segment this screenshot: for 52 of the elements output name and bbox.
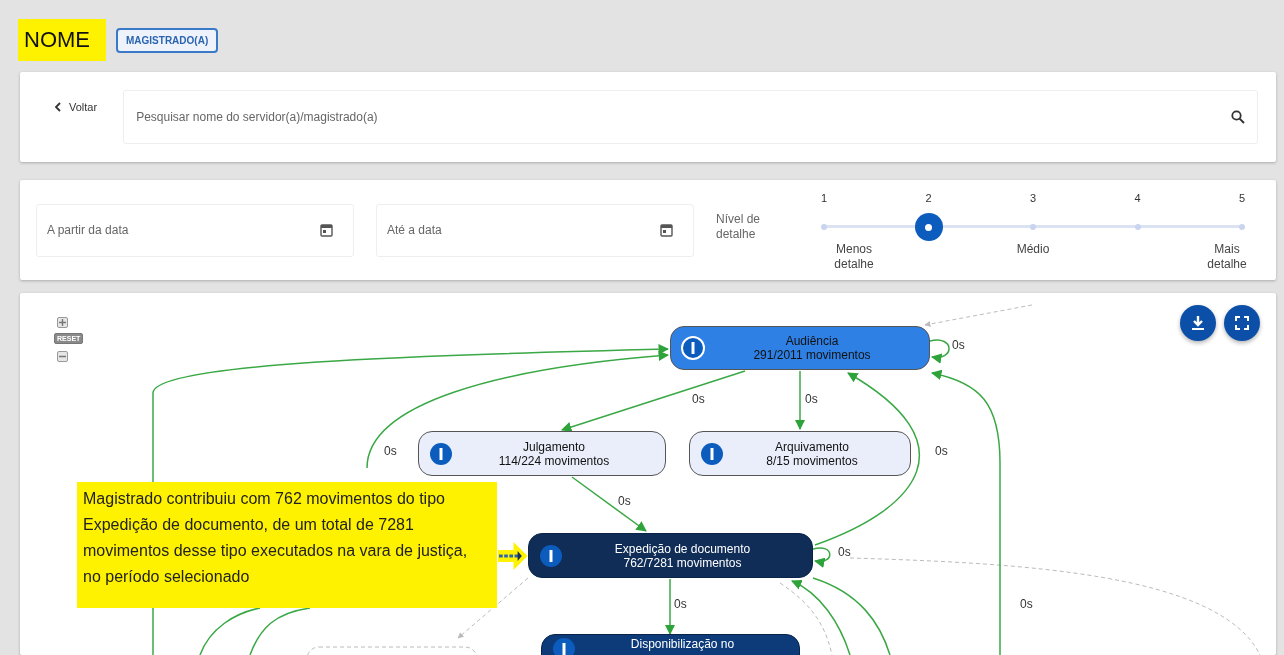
minus-icon [59, 353, 66, 360]
flow-node[interactable]: Expedição de documento 762/7281 movimentos [528, 533, 813, 578]
search-icon[interactable] [1231, 110, 1245, 124]
tick-caption: Médio [1015, 242, 1051, 257]
fullscreen-icon [1235, 316, 1249, 330]
pointer-arrow-icon [498, 541, 528, 571]
tick-label: 3 [1029, 192, 1037, 204]
flow-node[interactable]: Julgamento 114/224 movimentos [418, 431, 666, 476]
detail-level-label: Nível de detalhe [716, 212, 762, 242]
edge-label: 0s [805, 392, 818, 406]
download-icon [1191, 315, 1205, 331]
annotation-callout: Magistrado contribuiu com 762 movimentos do tipo Expedição de documento, de um total de 7281 movimentos desse tipo executados na vara de justiça, no período selecionado [77, 482, 497, 608]
edge-label: 0s [692, 392, 705, 406]
date-placeholder: Até a data [387, 223, 442, 237]
zoom-out-button[interactable] [57, 351, 68, 362]
chevron-left-icon [54, 102, 61, 112]
fullscreen-button[interactable] [1224, 305, 1260, 341]
role-badge: MAGISTRADO(A) [116, 27, 219, 53]
edge-label: 0s [838, 545, 851, 559]
tick-label: 1 [820, 192, 828, 204]
edge-label: 0s [618, 494, 631, 508]
info-icon[interactable] [539, 543, 563, 568]
download-button[interactable] [1180, 305, 1216, 341]
edge-label: 0s [384, 444, 397, 458]
zoom-in-button[interactable] [57, 317, 68, 328]
info-icon[interactable] [552, 637, 576, 655]
calendar-icon[interactable] [660, 223, 673, 237]
tick-caption: Mais detalhe [1206, 242, 1248, 272]
edge-label: 0s [952, 338, 965, 352]
tick-label: 2 [925, 192, 932, 204]
tick-label: 5 [1238, 192, 1246, 204]
slider-thumb[interactable] [914, 213, 943, 241]
search-placeholder: Pesquisar nome do servidor(a)/magistrado(a) [136, 110, 378, 124]
back-button[interactable]: Voltar [54, 101, 98, 113]
flow-node[interactable]: Arquivamento 8/15 movimentos [689, 431, 911, 476]
info-icon[interactable] [700, 441, 724, 466]
date-field[interactable]: Até a data [376, 203, 694, 257]
user-name: NOME [18, 19, 106, 61]
date-field[interactable]: A partir da data [36, 203, 354, 257]
info-icon[interactable] [681, 336, 705, 360]
edge-label: 0s [674, 597, 687, 611]
flow-node[interactable]: Audiência 291/2011 movimentos [670, 326, 930, 370]
calendar-icon[interactable] [320, 223, 333, 237]
date-placeholder: A partir da data [47, 223, 129, 237]
edge-label: 0s [935, 444, 948, 458]
tick-caption: Menos detalhe [833, 242, 875, 272]
tick-label: 4 [1134, 192, 1141, 204]
plus-icon [59, 319, 66, 326]
info-icon[interactable] [429, 441, 453, 466]
flow-node[interactable]: Disponibilização no [541, 634, 800, 655]
edge-label: 0s [1020, 597, 1033, 611]
search-field[interactable]: Pesquisar nome do servidor(a)/magistrado(a) [123, 90, 1258, 144]
